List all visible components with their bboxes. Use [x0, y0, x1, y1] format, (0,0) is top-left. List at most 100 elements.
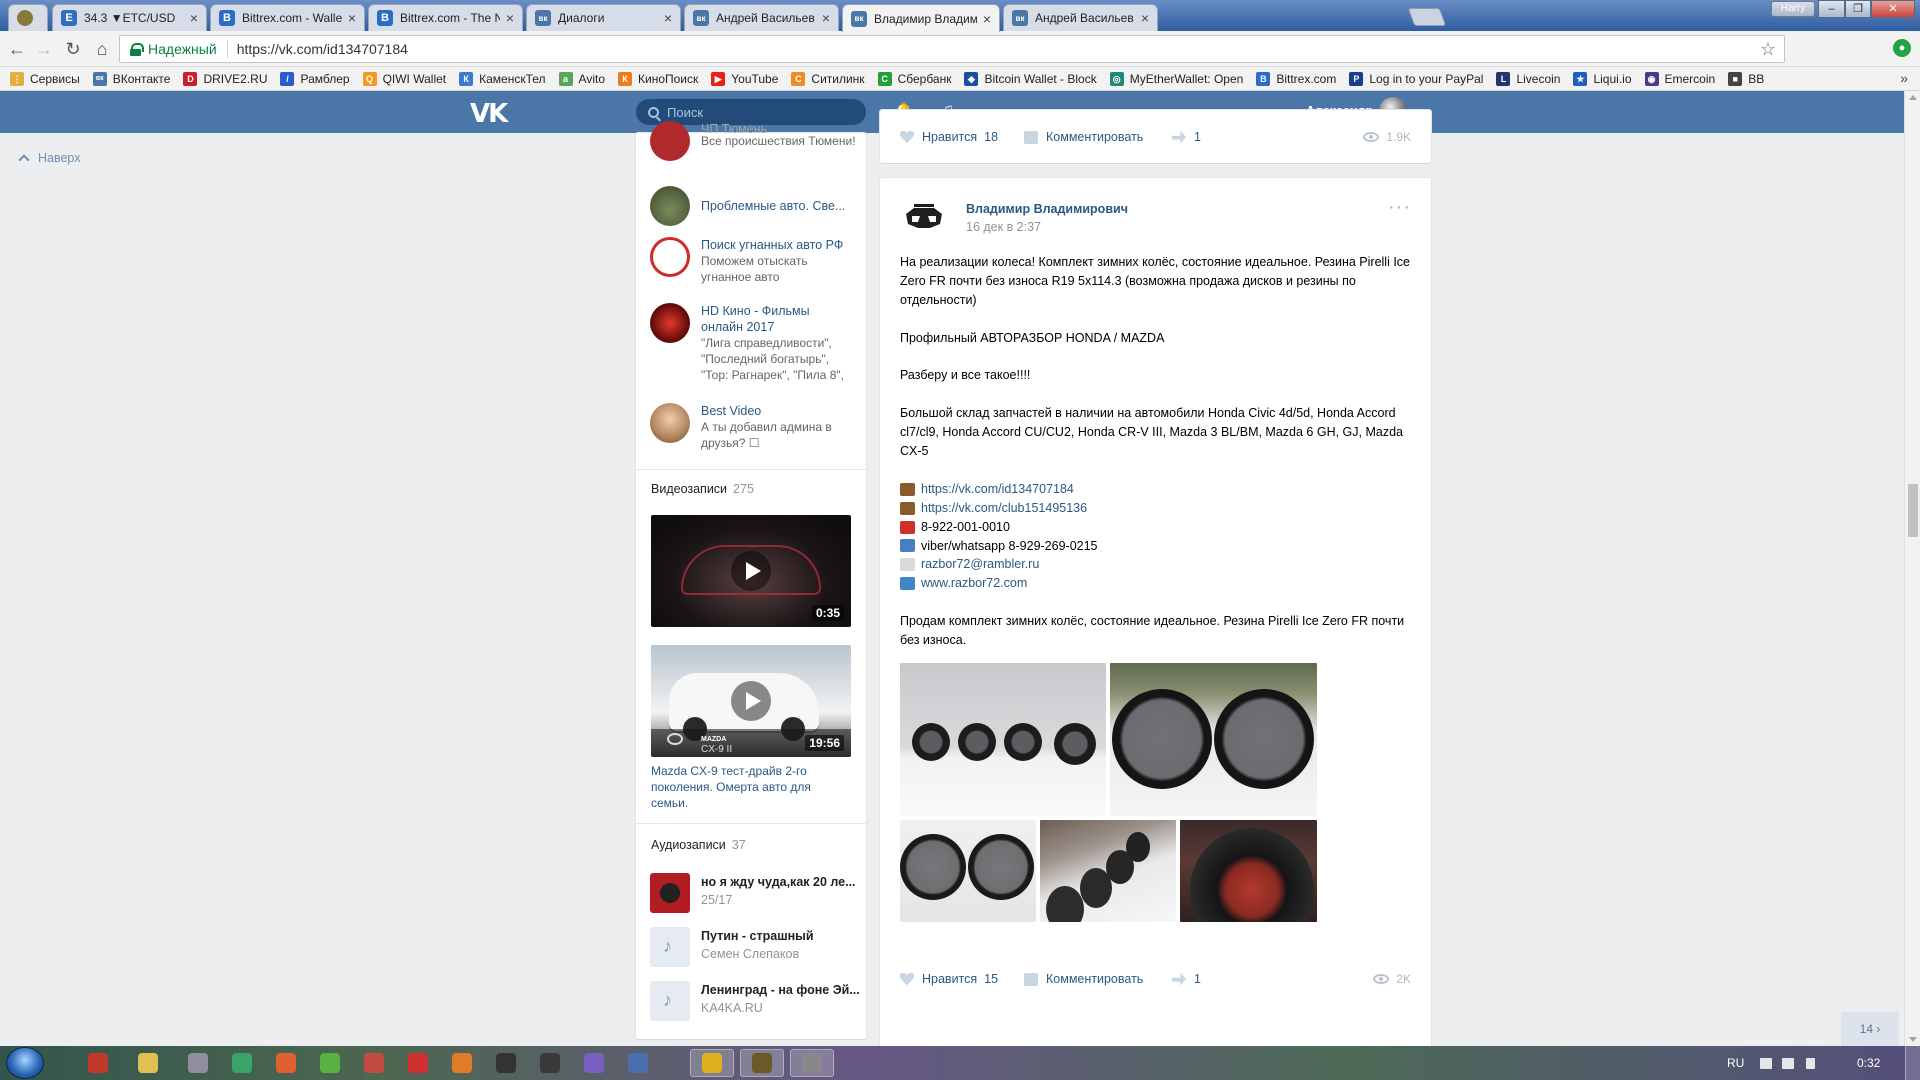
bookmark-item[interactable]: Q QIWI Wallet [362, 71, 446, 86]
post-author[interactable]: Владимир Владимирович [966, 202, 1128, 216]
bookmarks-overflow-icon[interactable]: » [1900, 70, 1908, 86]
tab-dialogs[interactable]: вк Диалоги × [526, 4, 681, 31]
audio-title[interactable]: Путин - страшный [701, 927, 859, 945]
post-photo[interactable] [1040, 820, 1176, 922]
like-button[interactable]: Нравится 18 [900, 130, 998, 144]
scroll-down-arrow-icon[interactable] [1909, 1037, 1917, 1042]
group-item[interactable]: HD Кино - Фильмы онлайн 2017 "Лига справ… [650, 303, 860, 383]
tab-close-icon[interactable]: × [822, 10, 830, 26]
video-thumbnail[interactable]: MAZDA CX-9 II 19:56 [651, 645, 851, 757]
bookmark-item[interactable]: / Рамблер [280, 71, 350, 86]
forward-arrow-icon[interactable]: → [33, 38, 55, 60]
author-avatar[interactable] [900, 194, 948, 242]
contact-link[interactable]: razbor72@rambler.ru [921, 555, 1039, 574]
taskbar-app-button[interactable] [576, 1049, 612, 1077]
contact-link[interactable]: https://vk.com/id134707184 [921, 480, 1074, 499]
page-scrollbar[interactable] [1904, 91, 1920, 1046]
contact-link[interactable]: www.razbor72.com [921, 574, 1027, 593]
clock[interactable]: 0:32 [1857, 1056, 1880, 1070]
audio-artist[interactable]: KA4KA.RU [701, 999, 859, 1017]
start-button[interactable] [6, 1047, 44, 1079]
bookmark-item[interactable]: B Bittrex.com [1256, 71, 1336, 86]
taskbar-app-button[interactable] [224, 1049, 260, 1077]
group-item[interactable]: Поиск угнанных авто РФ Поможем отыскать … [650, 237, 860, 285]
taskbar-app-button[interactable] [740, 1049, 784, 1077]
bookmark-item[interactable]: ◉ Emercoin [1644, 71, 1715, 86]
bookmark-item[interactable]: К КиноПоиск [618, 71, 698, 86]
show-desktop-button[interactable] [1905, 1046, 1920, 1080]
group-name[interactable]: Best Video [701, 403, 851, 419]
extension-icon[interactable]: ● [1893, 39, 1911, 57]
post-photo[interactable] [900, 663, 1106, 816]
post-photo[interactable] [1110, 663, 1317, 816]
bookmark-item[interactable]: С Сбербанк [877, 71, 951, 86]
tab-close-icon[interactable]: × [190, 10, 198, 26]
bookmark-item[interactable]: P Log in to your PayPal [1349, 71, 1483, 86]
taskbar-app-button[interactable] [620, 1049, 656, 1077]
share-button[interactable]: 1 [1172, 972, 1201, 986]
taskbar-app-button[interactable] [356, 1049, 392, 1077]
group-item[interactable]: Best Video А ты добавил админа в друзья?… [650, 403, 860, 451]
taskbar-app-button[interactable] [130, 1049, 166, 1077]
taskbar-app-button[interactable] [488, 1049, 524, 1077]
bookmark-item[interactable]: ◎ MyEtherWallet: Open [1109, 71, 1243, 86]
tab-close-icon[interactable]: × [1141, 10, 1149, 26]
url-text[interactable]: https://vk.com/id134707184 [237, 41, 408, 57]
flag-icon[interactable] [1760, 1058, 1772, 1069]
tab-andrey-2[interactable]: вк Андрей Васильев × [1003, 4, 1158, 31]
tab-etc-usd[interactable]: E 34.3 ▼ETC/USD × [52, 4, 207, 31]
audio-title[interactable]: Ленинград - на фоне Эй... [701, 981, 859, 999]
video-thumbnail[interactable]: 0:35 [651, 515, 851, 627]
taskbar-app-button[interactable] [400, 1049, 436, 1077]
taskbar-app-button[interactable] [690, 1049, 734, 1077]
taskbar-app-button[interactable] [532, 1049, 568, 1077]
messages-counter-widget[interactable]: 14 › [1841, 1012, 1899, 1046]
bookmark-item[interactable]: ◆ Bitcoin Wallet - Block [964, 71, 1097, 86]
bookmark-item[interactable]: ▶ YouTube [711, 71, 778, 86]
back-arrow-icon[interactable]: ← [6, 38, 28, 60]
audio-item[interactable]: ♪ Путин - страшный Семен Слепаков [650, 927, 860, 967]
tab-close-icon[interactable]: × [983, 11, 991, 27]
audio-item[interactable]: ♪ Ленинград - на фоне Эй... KA4KA.RU [650, 981, 860, 1021]
maximize-button[interactable]: ❐ [1845, 0, 1871, 18]
share-button[interactable]: 1 [1172, 130, 1201, 144]
more-options-icon[interactable]: ··· [1388, 196, 1411, 219]
audio-item[interactable]: но я жду чуда,как 20 ле... 25/17 [650, 873, 860, 913]
vk-logo[interactable]: VK [470, 99, 508, 129]
audio-artist[interactable]: 25/17 [701, 891, 859, 909]
video-caption[interactable]: Mazda CX-9 тест-драйв 2-го поколения. Ом… [651, 763, 851, 811]
group-name[interactable]: Проблемные авто. Све... [701, 198, 845, 214]
bookmark-item[interactable]: a Avito [558, 71, 605, 86]
bookmark-item[interactable]: К КаменскТел [459, 71, 546, 86]
comment-button[interactable]: Комментировать [1024, 130, 1143, 144]
audio-cover[interactable]: ♪ [650, 927, 690, 967]
bookmark-item[interactable]: ⋮ Сервисы [10, 71, 80, 86]
play-icon[interactable] [731, 681, 771, 721]
tab-pinned[interactable] [8, 4, 48, 31]
address-bar[interactable]: Надежный https://vk.com/id134707184 ☆ [119, 35, 1785, 63]
taskbar-app-button[interactable] [180, 1049, 216, 1077]
close-window-button[interactable]: ✕ [1871, 0, 1915, 18]
bookmark-item[interactable]: D DRIVE2.RU [183, 71, 267, 86]
post-photo[interactable] [1180, 820, 1317, 922]
videos-heading[interactable]: Видеозаписи 275 [651, 482, 754, 496]
language-indicator[interactable]: RU [1727, 1056, 1744, 1070]
taskbar-app-button[interactable] [444, 1049, 480, 1077]
scroll-to-top-link[interactable]: Наверх [18, 151, 81, 166]
new-tab-button[interactable] [1407, 8, 1447, 26]
tab-close-icon[interactable]: × [664, 10, 672, 26]
play-icon[interactable] [731, 551, 771, 591]
taskbar-app-button[interactable] [790, 1049, 834, 1077]
post-photo[interactable] [900, 820, 1036, 922]
taskbar-app-button[interactable] [268, 1049, 304, 1077]
audio-artist[interactable]: Семен Слепаков [701, 945, 859, 963]
scroll-up-arrow-icon[interactable] [1909, 95, 1917, 100]
tab-bittrex-wallets[interactable]: B Bittrex.com - Wallets × [210, 4, 365, 31]
minimize-button[interactable]: – [1818, 0, 1845, 18]
volume-icon[interactable] [1806, 1058, 1815, 1069]
tab-bittrex-next[interactable]: B Bittrex.com - The Next G × [368, 4, 523, 31]
bookmark-item[interactable]: вк ВКонтакте [92, 71, 170, 86]
bookmark-item[interactable]: ■ BB [1728, 71, 1764, 86]
like-button[interactable]: Нравится 15 [900, 972, 998, 986]
group-item[interactable]: Проблемные авто. Све... [650, 186, 860, 226]
